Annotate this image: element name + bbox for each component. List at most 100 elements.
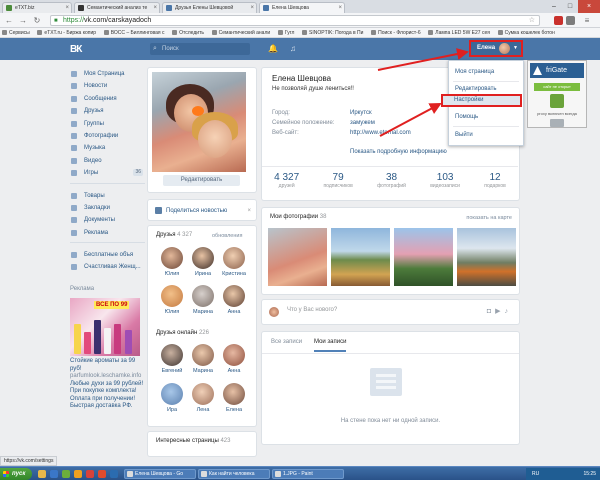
menu-item-groups[interactable]: Группы [70, 118, 145, 130]
edit-profile-button[interactable]: Редактировать [163, 175, 240, 186]
menu-item-documents[interactable]: Документы [70, 214, 145, 226]
photo-thumbnail[interactable] [457, 228, 516, 286]
bookmark-item[interactable]: Лампа LED 5W E27 сея [426, 28, 494, 37]
bookmark-item[interactable]: Сумка кошелек ботон [496, 28, 559, 37]
camera-icon[interactable]: ◘ [487, 308, 495, 315]
close-window-icon[interactable]: × [578, 0, 600, 13]
menu-item-news[interactable]: Новости [70, 80, 145, 92]
menu-item-goods[interactable]: Товары [70, 190, 145, 202]
ie-icon[interactable] [50, 470, 58, 478]
close-tab-icon[interactable]: × [65, 3, 69, 13]
menu-item-bookmarks[interactable]: Закладки [70, 202, 145, 214]
profile-status[interactable]: Не позволяй душе лениться!! [272, 86, 354, 92]
close-tab-icon[interactable]: × [153, 3, 157, 13]
ad-image[interactable]: ВСЕ ПО 99 [70, 298, 140, 356]
photo-thumbnail[interactable] [331, 228, 390, 286]
chrome-menu-icon[interactable]: ≡ [582, 16, 592, 25]
menu-item-free-ads[interactable]: Бесплатные объя [70, 249, 145, 261]
bookmark-item[interactable]: Гугл [276, 28, 299, 37]
bookmark-item[interactable]: Сервисы [0, 28, 34, 37]
bookmark-item[interactable]: Поиск - Флорист-6 [369, 28, 425, 37]
bookmark-item[interactable]: SINOPTIK: Погода в Пи [300, 28, 367, 37]
close-icon[interactable]: × [247, 203, 251, 219]
friend-item[interactable]: Марина [188, 285, 218, 315]
taskbar-task-paint[interactable]: 1.JPG - Paint [272, 469, 344, 479]
show-on-map-link[interactable]: показать на карте [466, 215, 512, 221]
dropdown-edit[interactable]: Редактировать [455, 86, 496, 92]
chrome-icon[interactable] [98, 470, 106, 478]
dropdown-settings-highlight[interactable]: Настройки [441, 94, 522, 107]
menu-item-games[interactable]: Игры 36 [70, 167, 145, 179]
frigate-lock-icon[interactable] [550, 94, 564, 108]
show-more-info-link[interactable]: Показать подробную информацию [350, 149, 447, 155]
friend-online-item[interactable]: Елена [219, 383, 249, 413]
reload-icon[interactable]: ↻ [32, 16, 42, 25]
counter-friends[interactable]: 4 327 друзей [274, 172, 299, 196]
dropdown-my-page[interactable]: Моя страница [455, 69, 494, 75]
url-input[interactable]: ■ https://vk.com/carskayadoch ☆ [50, 15, 540, 26]
folder-icon[interactable] [38, 470, 46, 478]
back-icon[interactable]: ← [4, 16, 14, 25]
browser-tab-3[interactable]: Друзья Елены Шевцовой × [162, 2, 257, 13]
video-icon[interactable]: ▶ [495, 308, 504, 315]
vk-search-input[interactable]: ⌕ Поиск [150, 43, 250, 55]
menu-item-music[interactable]: Музыка [70, 142, 145, 154]
forward-icon[interactable]: → [18, 16, 28, 25]
bookmark-item[interactable]: eTXT.ru - Биржа копир [35, 28, 100, 37]
menu-item-ads[interactable]: Реклама [70, 227, 145, 239]
start-button[interactable]: пуск [0, 468, 32, 480]
close-tab-icon[interactable]: × [250, 3, 254, 13]
bookmark-item[interactable]: Семантический анали [210, 28, 275, 37]
info-value-relationship[interactable]: замужем [350, 120, 375, 126]
music-note-icon[interactable]: ♫ [290, 44, 296, 53]
music-note-icon[interactable]: ♪ [505, 308, 513, 315]
vk-logo[interactable]: ВК [70, 44, 82, 55]
friend-item[interactable]: Юлия [157, 285, 187, 315]
info-value-city[interactable]: Иркутск [350, 110, 372, 116]
friend-online-item[interactable]: Марина [188, 344, 218, 374]
my-photos-title[interactable]: Мои фотографии 38 [270, 214, 326, 220]
browser-tab-4[interactable]: Елена Шевцова × [259, 2, 345, 13]
frigate-toggle[interactable] [550, 119, 564, 127]
friends-title[interactable]: Друзья 4 327 [156, 232, 192, 238]
photo-thumbnail[interactable] [394, 228, 453, 286]
ad-text[interactable]: Стойкие ароматы за 99 руб! parfumlook.le… [70, 358, 144, 411]
friends-online-title[interactable]: Друзья онлайн 226 [156, 330, 209, 336]
counter-photos[interactable]: 38 фотографий [377, 172, 406, 196]
photo-thumbnail[interactable] [268, 228, 327, 286]
app-icon[interactable] [62, 470, 70, 478]
bookmark-item[interactable]: Отследить [170, 28, 208, 37]
menu-item-my-page[interactable]: Моя Страница [70, 68, 145, 80]
frigate-site-button[interactable]: сайт не открыт [534, 83, 580, 91]
dropdown-logout[interactable]: Выйти [455, 132, 473, 138]
clock[interactable]: 15:25 [583, 468, 596, 480]
share-news-button[interactable]: Поделиться новостью × [152, 203, 256, 219]
friend-online-item[interactable]: Лена [188, 383, 218, 413]
browser-tab-1[interactable]: eTXT.biz × [2, 2, 72, 13]
counter-followers[interactable]: 79 подписчиков [323, 172, 352, 196]
word-icon[interactable] [110, 470, 118, 478]
frigate-header[interactable]: friGate [530, 63, 584, 78]
friend-item[interactable]: Кристина [219, 247, 249, 277]
notifications-bell-icon[interactable]: 🔔 [268, 44, 278, 53]
menu-item-video[interactable]: Видео [70, 155, 145, 167]
friend-item[interactable]: Юлия [157, 247, 187, 277]
bookmark-item[interactable]: ВОСС – Биллинговая с [102, 28, 169, 37]
menu-item-friends[interactable]: Друзья [70, 105, 145, 117]
taskbar-task-word[interactable]: Как найти человека [198, 469, 270, 479]
extension-icon[interactable] [554, 16, 563, 25]
app-icon[interactable] [86, 470, 94, 478]
profile-photo[interactable] [152, 72, 246, 172]
bookmark-star-icon[interactable]: ☆ [529, 16, 535, 25]
dropdown-help[interactable]: Помощь [455, 114, 478, 120]
menu-item-photos[interactable]: Фотографии [70, 130, 145, 142]
app-icon[interactable] [74, 470, 82, 478]
extension-icon[interactable] [566, 16, 575, 25]
tab-all-posts[interactable]: Все записи [271, 339, 302, 345]
friend-item[interactable]: Ирина [188, 247, 218, 277]
menu-item-happy-woman[interactable]: Счастливая Женщ... [70, 261, 145, 273]
taskbar-task-chrome[interactable]: Елена Шевцова - Go [124, 469, 196, 479]
minimize-icon[interactable]: – [546, 0, 562, 13]
friend-item[interactable]: Анна [219, 285, 249, 315]
friend-online-item[interactable]: Анна [219, 344, 249, 374]
